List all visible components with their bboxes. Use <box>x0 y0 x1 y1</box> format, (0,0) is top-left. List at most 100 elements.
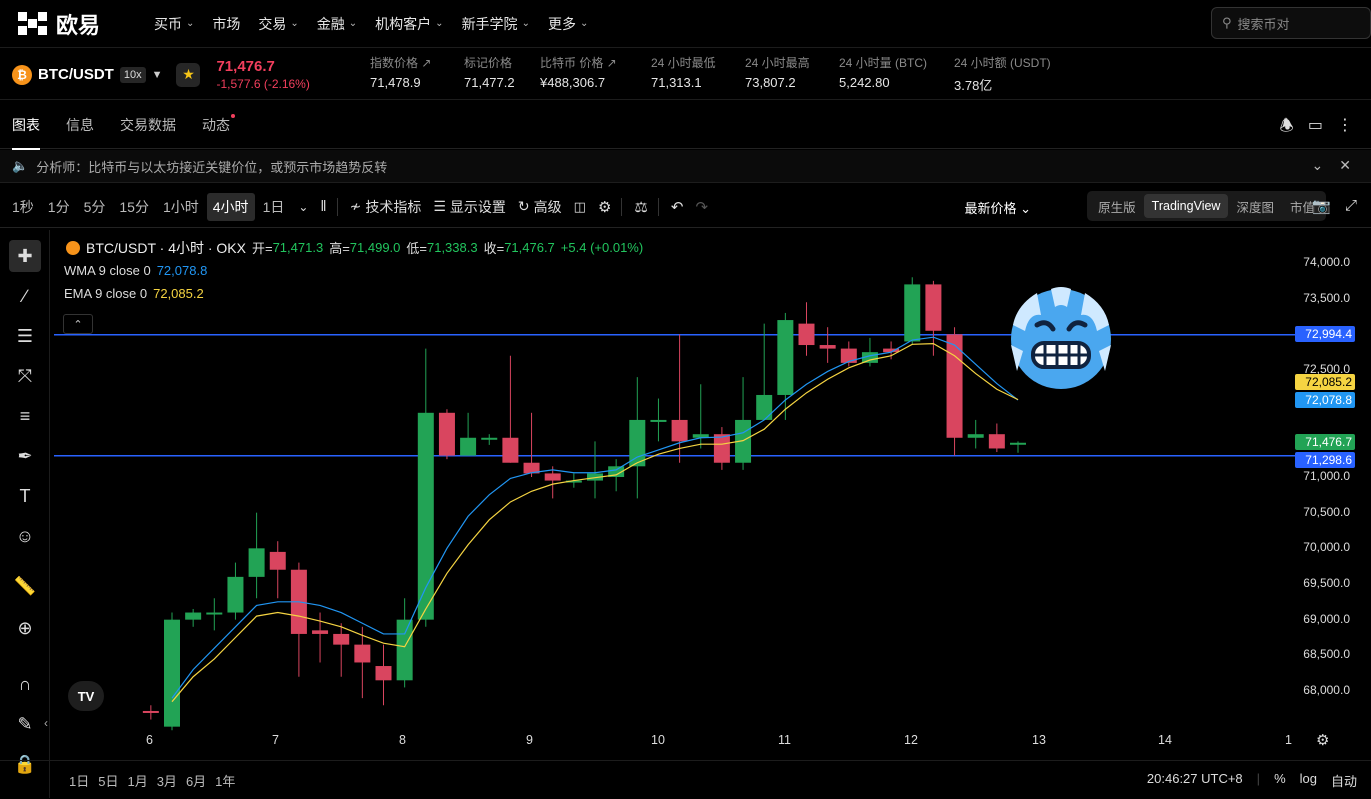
timeframe-6[interactable]: 1日 <box>257 193 291 221</box>
display-settings-button[interactable]: ☰ 显示设置 <box>433 197 506 217</box>
trendline-icon[interactable]: ∕ <box>9 280 41 312</box>
nav-item-2[interactable]: 交易 ⌄ <box>258 14 298 34</box>
y-axis-tick: 70,500.0 <box>1303 504 1350 519</box>
timeframe-3[interactable]: 15分 <box>113 193 155 221</box>
nav-item-label: 机构客户 <box>375 15 432 32</box>
indicators-button[interactable]: ≁ 技术指标 <box>350 197 422 217</box>
range-4[interactable]: 6月 <box>186 771 206 790</box>
brush-icon[interactable]: ✒ <box>9 440 41 472</box>
x-axis-tick: 9 <box>526 733 533 747</box>
timeframe-4[interactable]: 1小时 <box>157 193 205 221</box>
text-icon[interactable]: T <box>9 480 41 512</box>
tab-0[interactable]: 图表 <box>12 101 40 150</box>
price-axis-label: 72,994.4 <box>1295 326 1355 342</box>
view-option-0[interactable]: 原生版 <box>1090 192 1144 221</box>
candle-body <box>777 320 794 395</box>
nav-item-1[interactable]: 市场 <box>212 14 240 34</box>
log-toggle[interactable]: log <box>1300 771 1317 790</box>
tradingview-logo[interactable]: TV <box>68 681 104 711</box>
fib-icon[interactable]: ≡ <box>9 400 41 432</box>
nav-item-0[interactable]: 买币 ⌄ <box>154 14 194 34</box>
collapse-legend-button[interactable]: ⌃ <box>63 314 93 334</box>
chevron-down-icon: ⌄ <box>521 18 530 29</box>
chevron-down-icon: ▼ <box>151 68 163 81</box>
smiley-icon[interactable]: ☺ <box>9 520 41 552</box>
timeframe-0[interactable]: 1秒 <box>6 193 40 221</box>
ticker-stat: 指数价格 ↗ 71,478.9 <box>370 54 431 90</box>
chevron-down-icon[interactable]: ⌄ <box>298 200 308 214</box>
advanced-button[interactable]: ↻ 高级 <box>518 197 562 217</box>
horizontal-lines-icon[interactable]: ☰ <box>9 320 41 352</box>
pair-selector[interactable]: ₿ BTC/USDT 10x ▼ <box>12 64 163 85</box>
alert-bell-icon[interactable]: 🕭 <box>1280 115 1294 142</box>
timeframe-5[interactable]: 4小时 <box>206 192 255 221</box>
range-3[interactable]: 3月 <box>157 771 177 790</box>
tab-label: 信息 <box>66 116 94 133</box>
candle-body <box>185 612 202 620</box>
nav-item-4[interactable]: 机构客户 ⌄ <box>375 14 443 34</box>
timeframe-2[interactable]: 5分 <box>78 193 112 221</box>
candlestick-chart[interactable] <box>54 230 1371 758</box>
template-icon[interactable]: ◫ <box>574 199 586 215</box>
more-menu-icon[interactable]: ⋮ <box>1337 115 1353 142</box>
y-axis-tick: 74,000.0 <box>1303 255 1350 269</box>
tab-1[interactable]: 信息 <box>66 101 94 149</box>
bitcoin-icon: ₿ <box>12 64 32 85</box>
nav-item-3[interactable]: 金融 ⌄ <box>317 14 357 34</box>
ruler-icon[interactable]: 📏 <box>9 570 41 602</box>
range-5[interactable]: 1年 <box>215 771 235 790</box>
pencil-lock-icon[interactable]: ✎ <box>9 708 41 740</box>
price-axis-label: 71,476.7 <box>1295 434 1355 450</box>
zoom-in-icon[interactable]: ⊕ <box>9 612 41 644</box>
nav-item-6[interactable]: 更多 ⌄ <box>548 14 588 34</box>
timeframe-1[interactable]: 1分 <box>42 193 76 221</box>
balance-scale-icon[interactable]: ⚖ <box>634 198 647 216</box>
candle-body <box>312 630 329 634</box>
x-axis-tick: 7 <box>272 733 279 747</box>
stat-label: 24 小时额 (USDT) <box>954 56 1051 70</box>
redo-icon[interactable]: ↷ <box>695 198 708 216</box>
price-type-select[interactable]: 最新价格 ⌄ <box>964 198 1031 217</box>
stat-value: 71,477.2 <box>464 75 515 90</box>
analyst-notice[interactable]: 🔈 分析师：比特币与以太坊接近关键价位，或预示市场趋势反转 ⌄ ✕ <box>0 150 1371 183</box>
crosshair-icon[interactable]: ✚ <box>9 240 41 272</box>
candle-body <box>227 576 244 613</box>
chevron-down-icon[interactable]: ⌄ <box>1312 157 1324 174</box>
view-option-1[interactable]: TradingView <box>1143 194 1229 218</box>
chart-settings-icon[interactable]: ⚙ <box>1316 731 1329 749</box>
tab-3[interactable]: 动态 <box>202 101 235 149</box>
range-1[interactable]: 5日 <box>98 771 118 790</box>
ema-label: EMA 9 close 0 <box>64 286 148 301</box>
pattern-icon[interactable]: ⤧ <box>9 360 41 392</box>
nav-item-5[interactable]: 新手学院 ⌄ <box>462 14 530 34</box>
view-switcher: 原生版 TradingView 深度图 市值 <box>1087 191 1326 221</box>
search-input[interactable]: ⚲ 搜索币对 <box>1211 7 1371 39</box>
favorite-star-icon[interactable]: ★ <box>176 62 201 87</box>
percent-toggle[interactable]: % <box>1274 771 1286 790</box>
auto-toggle[interactable]: 自动 <box>1331 771 1357 790</box>
candle-body <box>629 419 646 467</box>
collapse-arrow-icon[interactable]: ‹ <box>44 716 48 730</box>
clock-time[interactable]: 20:46:27 UTC+8 <box>1147 771 1243 790</box>
close-icon[interactable]: ✕ <box>1339 157 1351 174</box>
fullscreen-window-icon[interactable]: ▭ <box>1308 115 1323 142</box>
magnet-icon[interactable]: ∩ <box>9 668 41 700</box>
camera-icon[interactable]: 📷 <box>1312 197 1331 215</box>
price-axis-label: 72,078.8 <box>1295 392 1355 408</box>
undo-icon[interactable]: ↶ <box>671 198 684 216</box>
view-option-2[interactable]: 深度图 <box>1228 192 1282 221</box>
gear-icon[interactable]: ⚙ <box>598 198 611 216</box>
y-axis-tick: 71,000.0 <box>1303 469 1350 483</box>
y-axis-tick: 69,500.0 <box>1303 576 1350 590</box>
pair-name: BTC/USDT <box>38 66 114 83</box>
range-2[interactable]: 1月 <box>127 771 147 790</box>
candle-body <box>502 437 519 463</box>
tab-2[interactable]: 交易数据 <box>120 101 176 149</box>
candle-type-icon[interactable]: ‖ <box>320 198 326 215</box>
range-0[interactable]: 1日 <box>69 771 89 790</box>
logo[interactable]: 欧易 <box>18 8 136 40</box>
candle-body <box>904 284 921 342</box>
expand-icon[interactable]: ⤢ <box>1345 197 1357 215</box>
x-axis-tick: 12 <box>904 733 918 747</box>
y-axis-tick: 73,500.0 <box>1303 290 1350 305</box>
